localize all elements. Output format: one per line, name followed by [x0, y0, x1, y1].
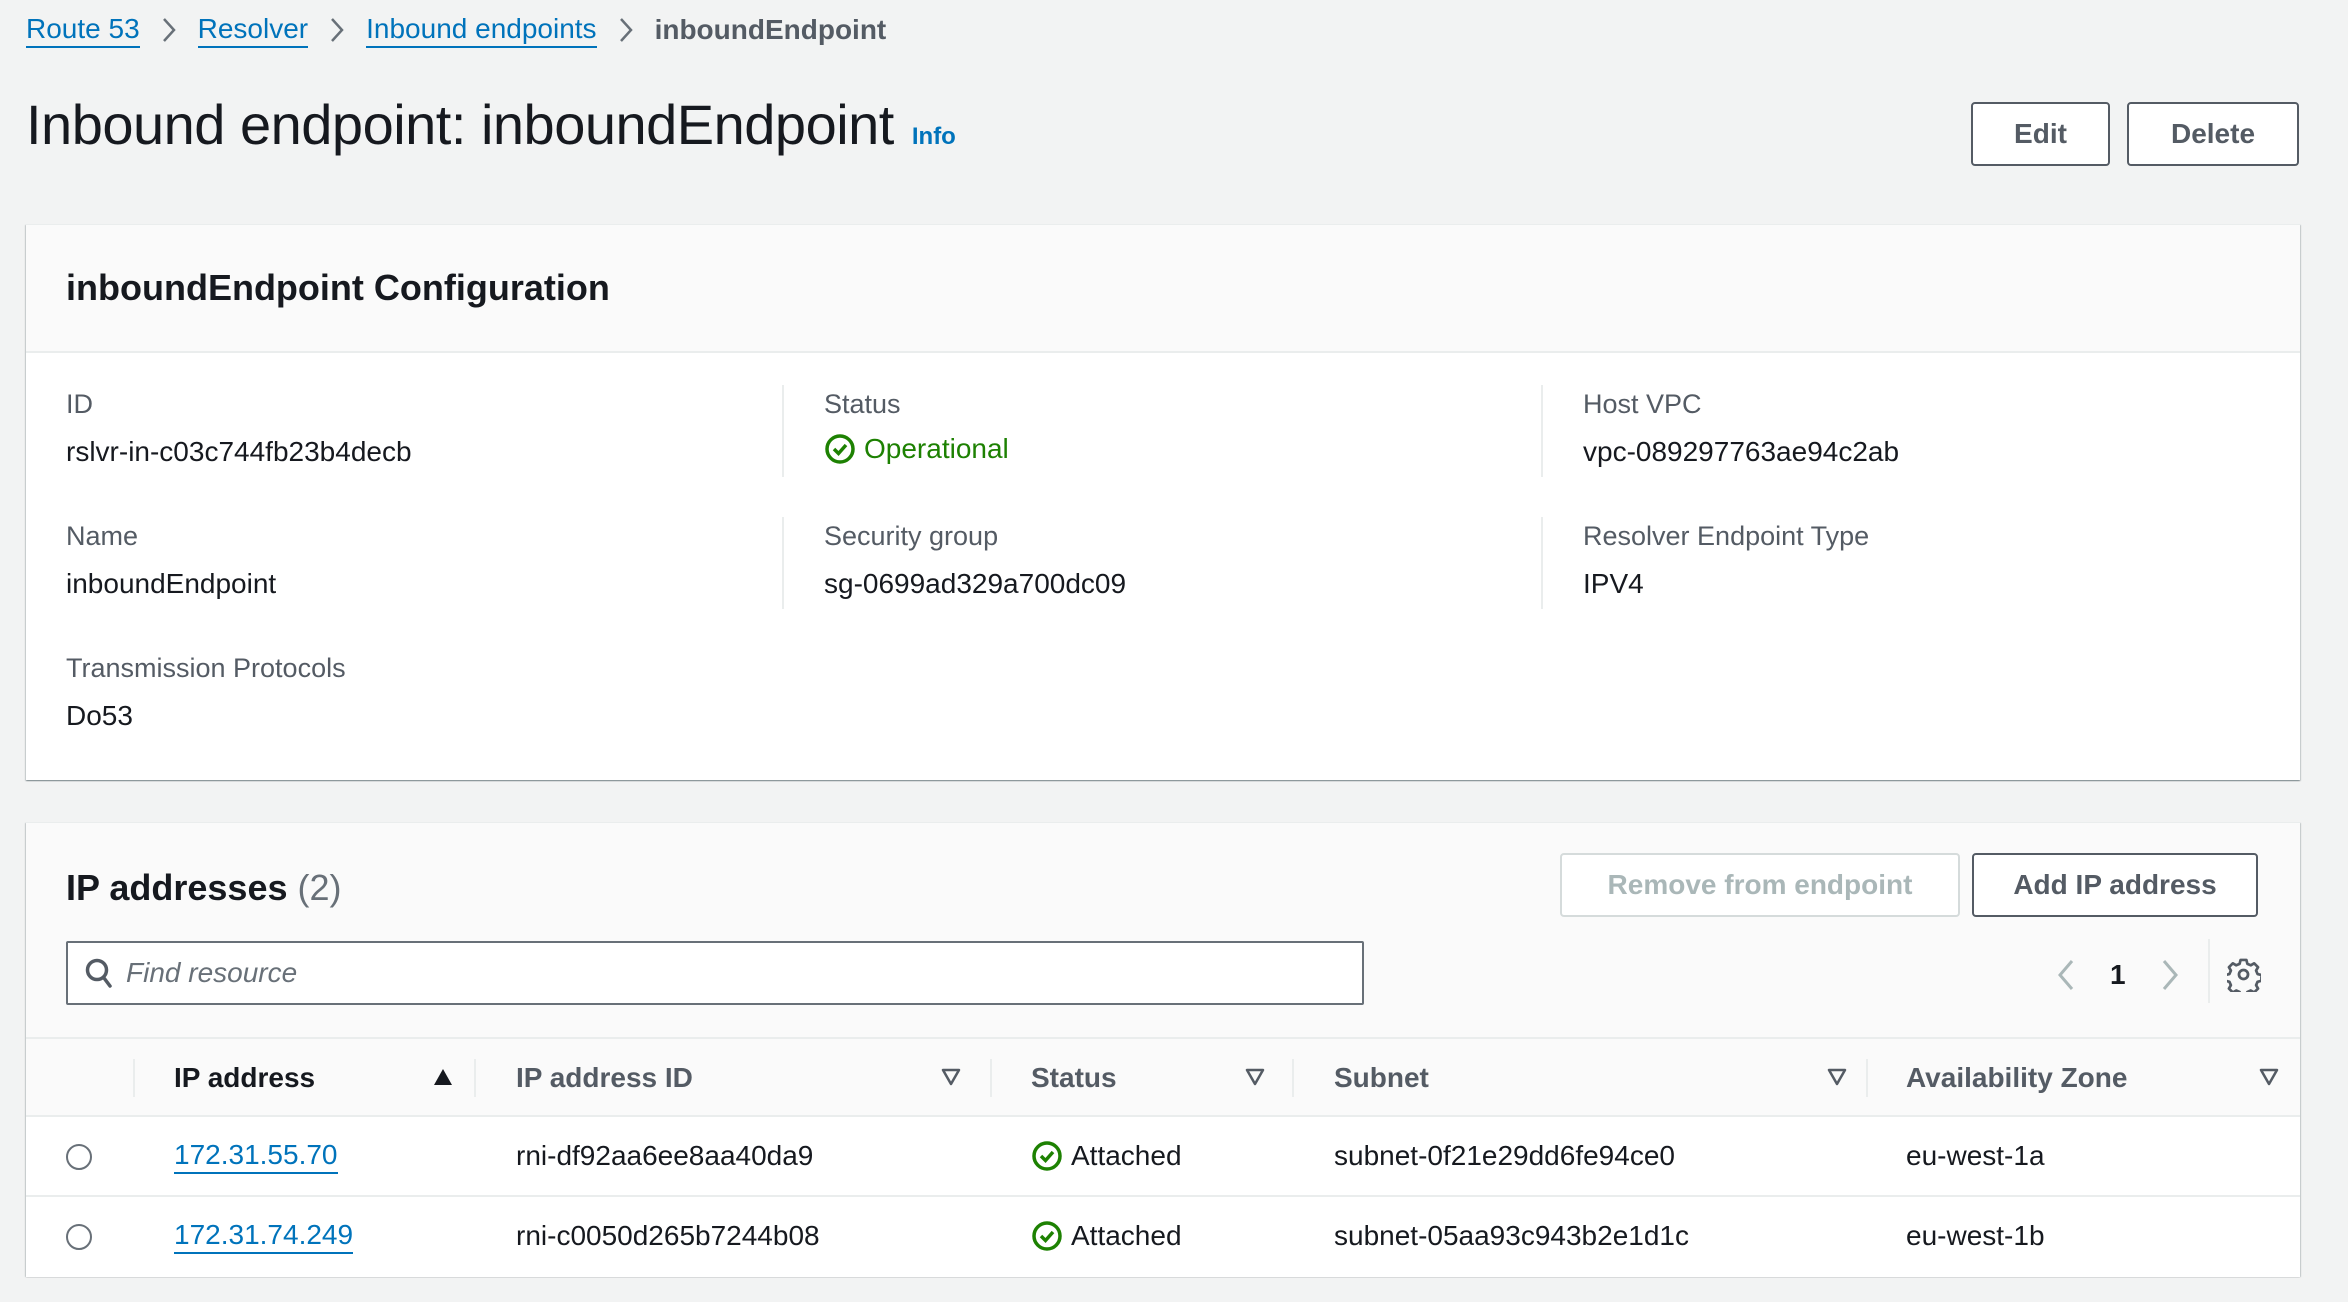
ip-addresses-panel: IP addresses (2) Remove from endpoint Ad… [26, 822, 2300, 1277]
row-select-radio[interactable] [66, 1224, 92, 1250]
field-value: IPV4 [1583, 568, 1644, 599]
column-header-label: IP address ID [516, 1062, 693, 1093]
sort-icon[interactable] [940, 1067, 962, 1087]
column-header-availability-zone[interactable]: Availability Zone [1906, 1039, 2127, 1117]
chevron-left-icon [2058, 960, 2074, 990]
cell-ip-address: 172.31.55.70 [174, 1117, 338, 1195]
breadcrumb: Route 53 Resolver Inbound endpoints inbo… [26, 12, 886, 48]
info-link[interactable]: Info [912, 123, 956, 151]
ip-addresses-table: IP address IP address ID Status Subnet A… [26, 1037, 2300, 1277]
ip-addresses-title: IP addresses (2) [66, 867, 342, 909]
gear-icon [2227, 958, 2261, 992]
status-text: Attached [1071, 1140, 1182, 1171]
cell-availability-zone: eu-west-1a [1906, 1140, 2045, 1171]
pagination-divider [2208, 939, 2210, 1003]
breadcrumb-inbound-endpoints[interactable]: Inbound endpoints [366, 12, 597, 48]
column-divider [782, 385, 784, 477]
column-header-ip-address[interactable]: IP address [174, 1039, 315, 1117]
column-divider [1292, 1059, 1294, 1097]
field-label: Transmission Protocols [66, 653, 346, 683]
row-select-radio[interactable] [66, 1144, 92, 1170]
add-ip-address-button[interactable]: Add IP address [1972, 853, 2258, 917]
cell-subnet: subnet-0f21e29dd6fe94ce0 [1334, 1140, 1675, 1171]
current-page[interactable]: 1 [2110, 959, 2126, 991]
status-indicator: Operational [824, 433, 1009, 465]
sort-ascending-icon[interactable] [432, 1067, 454, 1087]
sort-icon[interactable] [1826, 1067, 1848, 1087]
status-text: Attached [1071, 1220, 1182, 1251]
configuration-panel: inboundEndpoint Configuration ID rslvr-i… [26, 224, 2300, 780]
chevron-right-icon [330, 17, 344, 43]
field-label: Host VPC [1583, 389, 1702, 419]
cell-status: Attached [1031, 1197, 1182, 1275]
next-page-button[interactable] [2150, 950, 2190, 1000]
search-icon [85, 958, 112, 988]
field-label: Name [66, 521, 139, 551]
previous-page-button[interactable] [2046, 950, 2086, 1000]
column-divider [1866, 1059, 1868, 1097]
table-row[interactable]: 172.31.74.249 rni-c0050d265b7244b08 Atta… [26, 1197, 2300, 1277]
cell-availability-zone: eu-west-1b [1906, 1220, 2045, 1251]
column-header-ip-address-id[interactable]: IP address ID [516, 1039, 693, 1117]
column-header-label: Status [1031, 1062, 1117, 1093]
chevron-right-icon [2162, 960, 2178, 990]
column-header-label: IP address [174, 1062, 316, 1093]
edit-button[interactable]: Edit [1971, 102, 2110, 166]
sort-icon[interactable] [2258, 1067, 2280, 1087]
ip-addresses-count: (2) [297, 867, 342, 908]
configuration-title: inboundEndpoint Configuration [66, 267, 610, 308]
table-preferences-button[interactable] [2220, 951, 2268, 999]
search-input[interactable] [126, 957, 1362, 989]
status-success-icon [1032, 1221, 1062, 1251]
field-value: Do53 [66, 700, 133, 731]
chevron-right-icon [619, 17, 633, 43]
cell-ip-address-id: rni-df92aa6ee8aa40da9 [516, 1140, 814, 1171]
column-header-label: Availability Zone [1906, 1062, 2128, 1093]
pagination: 1 [2046, 947, 2190, 1003]
status-success-icon [825, 434, 855, 464]
breadcrumb-current: inboundEndpoint [654, 14, 887, 45]
page-title: Inbound endpoint: inboundEndpoint [26, 93, 894, 156]
column-header-subnet[interactable]: Subnet [1334, 1039, 1429, 1117]
field-label: Status [824, 389, 901, 419]
remove-from-endpoint-button[interactable]: Remove from endpoint [1560, 853, 1960, 917]
field-value: rslvr-in-c03c744fb23b4decb [66, 436, 412, 467]
cell-status: Attached [1031, 1117, 1182, 1195]
column-header-status[interactable]: Status [1031, 1039, 1117, 1117]
configuration-header: inboundEndpoint Configuration [26, 225, 2300, 353]
field-label: Resolver Endpoint Type [1583, 521, 1870, 551]
cell-ip-address: 172.31.74.249 [174, 1197, 354, 1275]
column-divider [474, 1059, 476, 1097]
field-value: inboundEndpoint [66, 568, 277, 599]
page-header: Inbound endpoint: inboundEndpoint Info [26, 92, 956, 157]
ip-addresses-title-text: IP addresses [66, 867, 288, 908]
field-value: sg-0699ad329a700dc09 [824, 568, 1127, 599]
chevron-right-icon [162, 17, 176, 43]
column-header-label: Subnet [1334, 1062, 1429, 1093]
ip-address-link[interactable]: 172.31.55.70 [174, 1138, 338, 1174]
cell-ip-address-id: rni-c0050d265b7244b08 [516, 1220, 820, 1251]
column-divider [1541, 517, 1543, 609]
breadcrumb-route53[interactable]: Route 53 [26, 12, 140, 48]
cell-subnet: subnet-05aa93c943b2e1d1c [1334, 1220, 1689, 1251]
ip-address-link[interactable]: 172.31.74.249 [174, 1218, 354, 1254]
field-label: ID [66, 389, 93, 419]
table-header-row: IP address IP address ID Status Subnet A… [26, 1037, 2300, 1117]
breadcrumb-resolver[interactable]: Resolver [197, 12, 309, 48]
sort-icon[interactable] [1244, 1067, 1266, 1087]
column-divider [133, 1059, 135, 1097]
delete-button[interactable]: Delete [2127, 102, 2299, 166]
status-success-icon [1032, 1141, 1062, 1171]
table-row[interactable]: 172.31.55.70 rni-df92aa6ee8aa40da9 Attac… [26, 1117, 2300, 1197]
search-field[interactable] [66, 941, 1364, 1005]
column-divider [990, 1059, 992, 1097]
column-divider [782, 517, 784, 609]
status-text: Operational [864, 433, 1009, 464]
column-divider [1541, 385, 1543, 477]
field-label: Security group [824, 521, 999, 551]
field-value: vpc-089297763ae94c2ab [1583, 436, 1900, 467]
